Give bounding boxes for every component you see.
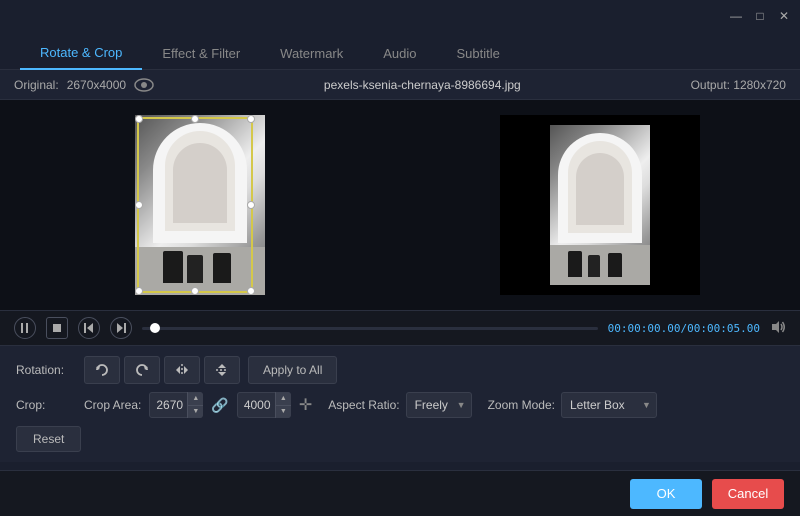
flip-horizontal-button[interactable]: [164, 356, 200, 384]
timeline-thumb[interactable]: [150, 323, 160, 333]
eye-icon: [134, 78, 154, 92]
output-preview-frame: [500, 115, 700, 295]
zoom-mode-group: Zoom Mode: Letter Box Pan & Scan Full ▼: [488, 392, 657, 418]
filename: pexels-ksenia-chernaya-8986694.jpg: [324, 78, 521, 92]
preview-right: [400, 100, 800, 310]
timeline-bar: 00:00:00.00/00:00:05.00: [0, 310, 800, 346]
crop-height-up[interactable]: ▲: [275, 392, 291, 406]
rotation-label: Rotation:: [16, 363, 76, 377]
tab-audio[interactable]: Audio: [363, 38, 436, 69]
skip-forward-button[interactable]: [110, 317, 132, 339]
move-icon[interactable]: ✛: [299, 395, 312, 415]
crop-area-label: Crop Area:: [84, 398, 141, 412]
tab-effect-filter[interactable]: Effect & Filter: [142, 38, 260, 69]
reset-button[interactable]: Reset: [16, 426, 81, 452]
rotate-right-button[interactable]: [124, 356, 160, 384]
flip-vertical-button[interactable]: [204, 356, 240, 384]
maximize-button[interactable]: □: [752, 8, 768, 24]
link-icon: 🔗: [211, 397, 228, 414]
controls-area: Rotation: Apply to All Crop: Crop Area:: [0, 346, 800, 462]
zoom-mode-wrapper: Letter Box Pan & Scan Full ▼: [561, 392, 657, 418]
play-pause-button[interactable]: [14, 317, 36, 339]
ok-button[interactable]: OK: [630, 479, 702, 509]
rotation-row: Rotation: Apply to All: [16, 356, 784, 384]
cancel-button[interactable]: Cancel: [712, 479, 784, 509]
original-size: 2670x4000: [67, 78, 126, 92]
zoom-mode-select[interactable]: Letter Box Pan & Scan Full: [561, 392, 657, 418]
apply-all-button[interactable]: Apply to All: [248, 356, 337, 384]
preview-container: [0, 100, 800, 310]
reset-row: Reset: [16, 426, 784, 452]
original-label: Original:: [14, 78, 59, 92]
close-button[interactable]: ✕: [776, 8, 792, 24]
crop-width-wrapper: ▲ ▼: [149, 392, 203, 418]
tab-watermark[interactable]: Watermark: [260, 38, 363, 69]
output-size: 1280x720: [733, 78, 786, 92]
bottom-bar: OK Cancel: [0, 470, 800, 516]
rotation-buttons: [84, 356, 240, 384]
aspect-ratio-wrapper: Freely 16:9 4:3 1:1 9:16 ▼: [406, 392, 472, 418]
crop-width-up[interactable]: ▲: [187, 392, 203, 406]
info-bar: Original: 2670x4000 pexels-ksenia-cherna…: [0, 70, 800, 100]
tab-subtitle[interactable]: Subtitle: [437, 38, 520, 69]
output-label: Output:: [691, 78, 730, 92]
aspect-ratio-label: Aspect Ratio:: [328, 398, 399, 412]
timeline-track[interactable]: [142, 327, 598, 330]
title-bar: — □ ✕: [0, 0, 800, 32]
preview-area: ▲ ▼: [0, 100, 800, 310]
tab-rotate-crop[interactable]: Rotate & Crop: [20, 37, 142, 70]
skip-back-button[interactable]: [78, 317, 100, 339]
crop-height-wrapper: ▲ ▼: [237, 392, 291, 418]
aspect-ratio-group: Aspect Ratio: Freely 16:9 4:3 1:1 9:16 ▼: [328, 392, 471, 418]
aspect-ratio-select[interactable]: Freely 16:9 4:3 1:1 9:16: [406, 392, 472, 418]
crop-width-down[interactable]: ▼: [187, 406, 203, 419]
crop-label: Crop:: [16, 398, 76, 412]
crop-controls: ▲ ▼ 🔗 ▲ ▼ ✛ Aspect Ratio: Freely 16:9: [149, 392, 657, 418]
rotate-left-button[interactable]: [84, 356, 120, 384]
crop-row: Crop: Crop Area: ▲ ▼ 🔗 ▲ ▼ ✛ Aspect Rati: [16, 392, 784, 418]
volume-icon[interactable]: [770, 320, 786, 337]
tab-bar: Rotate & Crop Effect & Filter Watermark …: [0, 32, 800, 70]
zoom-mode-label: Zoom Mode:: [488, 398, 555, 412]
preview-left: [0, 100, 400, 310]
crop-height-down[interactable]: ▼: [275, 406, 291, 419]
time-display: 00:00:00.00/00:00:05.00: [608, 322, 760, 335]
minimize-button[interactable]: —: [728, 8, 744, 24]
stop-button[interactable]: [46, 317, 68, 339]
